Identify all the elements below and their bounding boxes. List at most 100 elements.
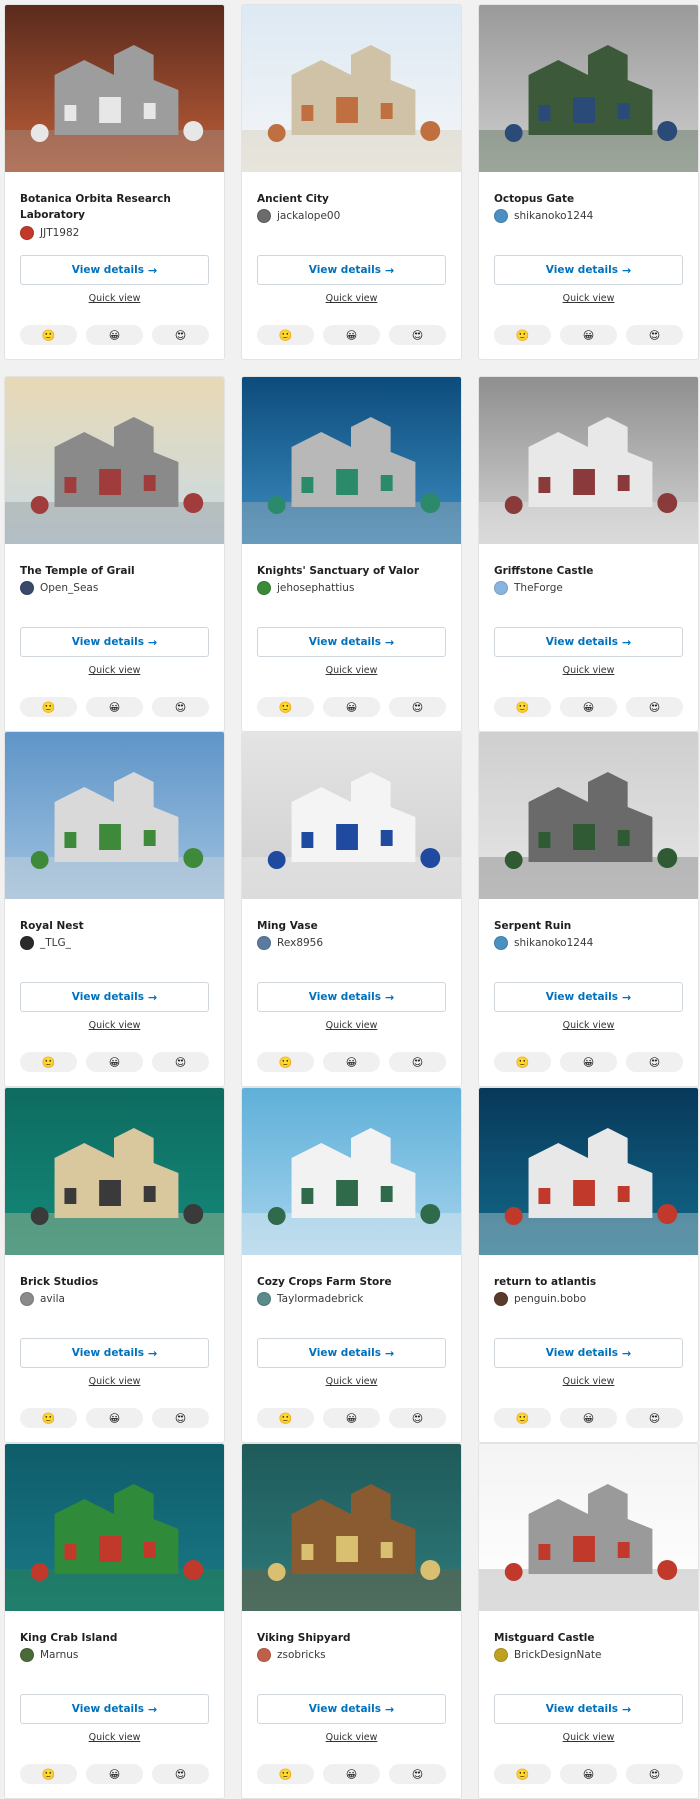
view-details-button[interactable]: View details → (20, 982, 209, 1012)
product-title[interactable]: Royal Nest (20, 918, 214, 934)
reaction-grin-button[interactable]: 😀 (560, 1408, 617, 1428)
reaction-grin-button[interactable]: 😀 (323, 697, 380, 717)
author[interactable]: Taylormadebrick (257, 1291, 363, 1307)
view-details-button[interactable]: View details → (494, 1338, 683, 1368)
product-card[interactable]: Cozy Crops Farm Store Taylormadebrick Vi… (241, 1087, 462, 1443)
product-title[interactable]: Griffstone Castle (494, 563, 688, 579)
product-thumbnail[interactable] (5, 732, 224, 899)
view-details-button[interactable]: View details → (257, 255, 446, 285)
product-title[interactable]: Cozy Crops Farm Store (257, 1274, 451, 1290)
quick-view-link[interactable]: Quick view (479, 1732, 698, 1743)
author-name[interactable]: JJT1982 (40, 227, 79, 239)
quick-view-link[interactable]: Quick view (5, 1020, 224, 1031)
reaction-grin-button[interactable]: 😀 (86, 697, 143, 717)
view-details-button[interactable]: View details → (20, 627, 209, 657)
product-title[interactable]: Viking Shipyard (257, 1630, 451, 1646)
reaction-smile-button[interactable]: 🙂 (20, 1408, 77, 1428)
reaction-grin-button[interactable]: 😀 (86, 1408, 143, 1428)
reaction-smile-button[interactable]: 🙂 (494, 697, 551, 717)
author[interactable]: JJT1982 (20, 225, 79, 241)
reaction-grin-button[interactable]: 😀 (323, 1052, 380, 1072)
product-title[interactable]: King Crab Island (20, 1630, 214, 1646)
author-name[interactable]: BrickDesignNate (514, 1649, 601, 1661)
reaction-grin-button[interactable]: 😀 (323, 325, 380, 345)
product-title[interactable]: The Temple of Grail (20, 563, 214, 579)
product-card[interactable]: Brick Studios avila View details → Quick… (4, 1087, 225, 1443)
reaction-love-button[interactable]: 😍 (152, 1764, 209, 1784)
quick-view-link[interactable]: Quick view (5, 665, 224, 676)
view-details-button[interactable]: View details → (257, 982, 446, 1012)
reaction-grin-button[interactable]: 😀 (560, 1052, 617, 1072)
view-details-button[interactable]: View details → (257, 627, 446, 657)
product-card[interactable]: Botanica Orbita Research Laboratory JJT1… (4, 4, 225, 360)
reaction-grin-button[interactable]: 😀 (560, 1764, 617, 1784)
author[interactable]: shikanoko1244 (494, 208, 593, 224)
author[interactable]: Marnus (20, 1647, 78, 1663)
product-thumbnail[interactable] (5, 1088, 224, 1255)
reaction-grin-button[interactable]: 😀 (560, 697, 617, 717)
quick-view-link[interactable]: Quick view (5, 1376, 224, 1387)
view-details-button[interactable]: View details → (257, 1694, 446, 1724)
reaction-smile-button[interactable]: 🙂 (494, 1052, 551, 1072)
product-card[interactable]: Mistguard Castle BrickDesignNate View de… (478, 1443, 699, 1799)
product-thumbnail[interactable] (242, 732, 461, 899)
reaction-smile-button[interactable]: 🙂 (257, 325, 314, 345)
product-thumbnail[interactable] (479, 732, 698, 899)
reaction-smile-button[interactable]: 🙂 (257, 1052, 314, 1072)
author[interactable]: jackalope00 (257, 208, 340, 224)
product-title[interactable]: Mistguard Castle (494, 1630, 688, 1646)
author[interactable]: Open_Seas (20, 580, 98, 596)
quick-view-link[interactable]: Quick view (242, 293, 461, 304)
reaction-love-button[interactable]: 😍 (626, 1408, 683, 1428)
quick-view-link[interactable]: Quick view (5, 293, 224, 304)
reaction-smile-button[interactable]: 🙂 (20, 1052, 77, 1072)
view-details-button[interactable]: View details → (494, 1694, 683, 1724)
quick-view-link[interactable]: Quick view (5, 1732, 224, 1743)
reaction-grin-button[interactable]: 😀 (323, 1408, 380, 1428)
reaction-love-button[interactable]: 😍 (626, 325, 683, 345)
quick-view-link[interactable]: Quick view (479, 293, 698, 304)
author-name[interactable]: jehosephattius (277, 582, 354, 594)
view-details-button[interactable]: View details → (494, 982, 683, 1012)
author[interactable]: shikanoko1244 (494, 935, 593, 951)
reaction-smile-button[interactable]: 🙂 (494, 1764, 551, 1784)
product-thumbnail[interactable] (5, 377, 224, 544)
reaction-love-button[interactable]: 😍 (626, 1764, 683, 1784)
product-card[interactable]: Royal Nest _TLG_ View details → Quick vi… (4, 731, 225, 1087)
quick-view-link[interactable]: Quick view (242, 1020, 461, 1031)
reaction-smile-button[interactable]: 🙂 (20, 1764, 77, 1784)
quick-view-link[interactable]: Quick view (479, 665, 698, 676)
reaction-love-button[interactable]: 😍 (389, 1052, 446, 1072)
author-name[interactable]: Rex8956 (277, 937, 323, 949)
product-title[interactable]: Ming Vase (257, 918, 451, 934)
view-details-button[interactable]: View details → (20, 255, 209, 285)
reaction-love-button[interactable]: 😍 (626, 1052, 683, 1072)
author[interactable]: zsobricks (257, 1647, 326, 1663)
reaction-smile-button[interactable]: 🙂 (20, 697, 77, 717)
reaction-love-button[interactable]: 😍 (389, 1764, 446, 1784)
product-card[interactable]: King Crab Island Marnus View details → Q… (4, 1443, 225, 1799)
product-title[interactable]: Brick Studios (20, 1274, 214, 1290)
quick-view-link[interactable]: Quick view (479, 1020, 698, 1031)
product-card[interactable]: Ming Vase Rex8956 View details → Quick v… (241, 731, 462, 1087)
product-thumbnail[interactable] (479, 1088, 698, 1255)
quick-view-link[interactable]: Quick view (242, 1732, 461, 1743)
author-name[interactable]: avila (40, 1293, 65, 1305)
reaction-grin-button[interactable]: 😀 (560, 325, 617, 345)
reaction-smile-button[interactable]: 🙂 (494, 325, 551, 345)
product-title[interactable]: Serpent Ruin (494, 918, 688, 934)
author-name[interactable]: Marnus (40, 1649, 78, 1661)
reaction-love-button[interactable]: 😍 (626, 697, 683, 717)
product-thumbnail[interactable] (479, 5, 698, 172)
product-card[interactable]: Ancient City jackalope00 View details → … (241, 4, 462, 360)
author[interactable]: Rex8956 (257, 935, 323, 951)
reaction-grin-button[interactable]: 😀 (86, 325, 143, 345)
reaction-smile-button[interactable]: 🙂 (257, 1408, 314, 1428)
product-title[interactable]: Ancient City (257, 191, 451, 207)
product-thumbnail[interactable] (479, 377, 698, 544)
reaction-love-button[interactable]: 😍 (152, 325, 209, 345)
view-details-button[interactable]: View details → (494, 627, 683, 657)
author[interactable]: avila (20, 1291, 65, 1307)
product-thumbnail[interactable] (242, 1444, 461, 1611)
author[interactable]: jehosephattius (257, 580, 354, 596)
